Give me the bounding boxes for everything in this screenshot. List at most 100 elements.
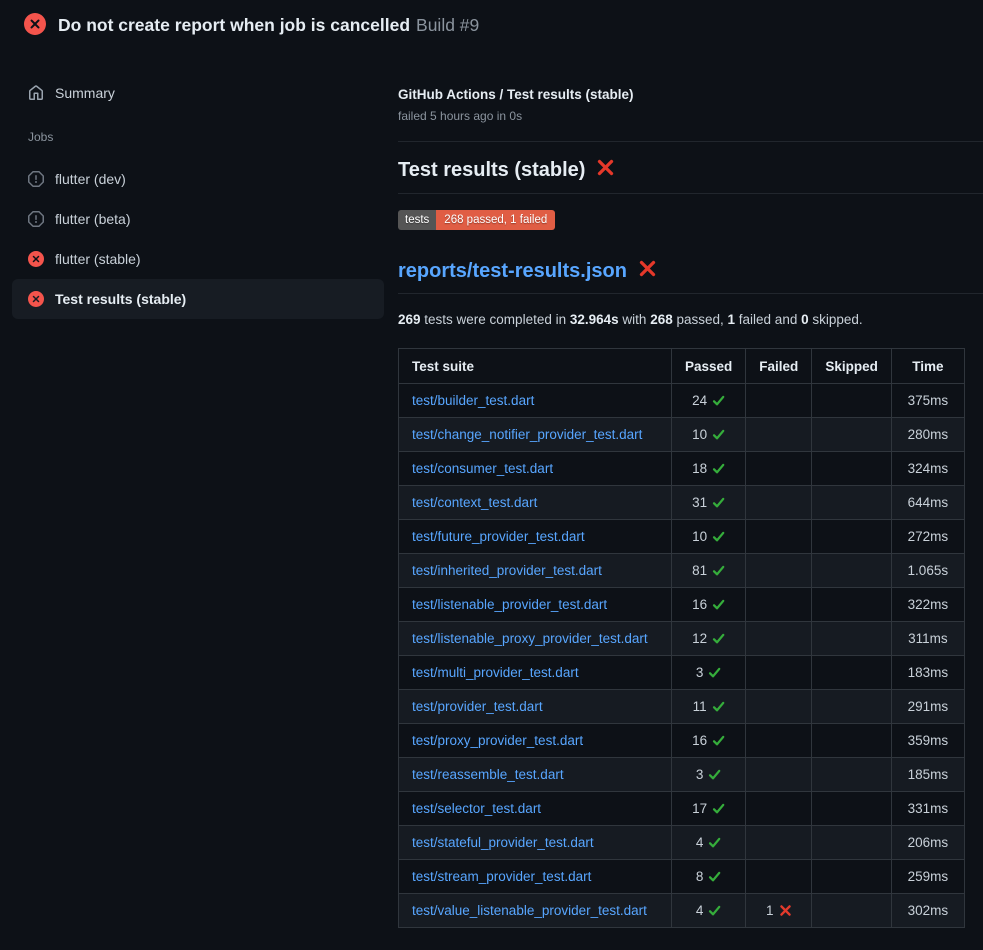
- count: 11: [693, 699, 707, 714]
- check-icon: [708, 768, 721, 781]
- x-icon: [779, 904, 792, 917]
- sidebar-summary-label: Summary: [55, 85, 115, 101]
- main-content: GitHub Actions / Test results (stable) f…: [398, 50, 983, 928]
- test-suite-cell: test/stream_provider_test.dart: [399, 860, 672, 894]
- test-suite-cell: test/builder_test.dart: [399, 384, 672, 418]
- summary-number: 268: [650, 312, 673, 327]
- table-row: test/inherited_provider_test.dart811.065…: [399, 554, 965, 588]
- summary-text: tests were completed in: [421, 312, 570, 327]
- passed-cell: 11: [672, 690, 746, 724]
- failed-cell: [746, 520, 812, 554]
- test-suite-cell: test/multi_provider_test.dart: [399, 656, 672, 690]
- skipped-cell: [812, 656, 892, 690]
- test-suite-cell: test/value_listenable_provider_test.dart: [399, 894, 672, 928]
- table-row: test/reassemble_test.dart3185ms: [399, 758, 965, 792]
- table-row: test/value_listenable_provider_test.dart…: [399, 894, 965, 928]
- time-cell: 206ms: [891, 826, 964, 860]
- skipped-cell: [812, 384, 892, 418]
- time-cell: 280ms: [891, 418, 964, 452]
- failed-cell: [746, 486, 812, 520]
- count: 16: [692, 733, 707, 748]
- sidebar-item-flutter-dev[interactable]: flutter (dev): [12, 159, 384, 199]
- passed-cell: 8: [672, 860, 746, 894]
- test-suite-link[interactable]: test/value_listenable_provider_test.dart: [412, 903, 647, 918]
- table-row: test/builder_test.dart24375ms: [399, 384, 965, 418]
- test-suite-link[interactable]: test/listenable_provider_test.dart: [412, 597, 607, 612]
- job-label: Test results (stable): [55, 291, 186, 307]
- test-suite-link[interactable]: test/reassemble_test.dart: [412, 767, 564, 782]
- skipped-cell: [812, 486, 892, 520]
- column-header-passed: Passed: [672, 349, 746, 384]
- test-suite-link[interactable]: test/listenable_proxy_provider_test.dart: [412, 631, 648, 646]
- table-row: test/multi_provider_test.dart3183ms: [399, 656, 965, 690]
- test-suite-cell: test/listenable_proxy_provider_test.dart: [399, 622, 672, 656]
- test-suite-link[interactable]: test/inherited_provider_test.dart: [412, 563, 602, 578]
- report-file-link[interactable]: reports/test-results.json: [398, 260, 627, 283]
- test-suite-link[interactable]: test/context_test.dart: [412, 495, 537, 510]
- failed-cell: [746, 554, 812, 588]
- sidebar-item-summary[interactable]: Summary: [12, 73, 384, 113]
- column-header-failed: Failed: [746, 349, 812, 384]
- test-suite-link[interactable]: test/provider_test.dart: [412, 699, 543, 714]
- sidebar-item-flutter-beta[interactable]: flutter (beta): [12, 199, 384, 239]
- test-suite-link[interactable]: test/multi_provider_test.dart: [412, 665, 579, 680]
- time-cell: 311ms: [891, 622, 964, 656]
- count: 10: [692, 529, 707, 544]
- test-suite-link[interactable]: test/stateful_provider_test.dart: [412, 835, 594, 850]
- test-suite-link[interactable]: test/stream_provider_test.dart: [412, 869, 591, 884]
- passed-cell: 16: [672, 588, 746, 622]
- column-header-time: Time: [891, 349, 964, 384]
- passed-cell: 3: [672, 656, 746, 690]
- sidebar: Summary Jobs flutter (dev)flutter (beta)…: [0, 50, 398, 319]
- passed-cell: 4: [672, 894, 746, 928]
- time-cell: 1.065s: [891, 554, 964, 588]
- sidebar-item-test-results-stable[interactable]: Test results (stable): [12, 279, 384, 319]
- test-suite-cell: test/listenable_provider_test.dart: [399, 588, 672, 622]
- test-suite-cell: test/consumer_test.dart: [399, 452, 672, 486]
- skipped-cell: [812, 690, 892, 724]
- time-cell: 644ms: [891, 486, 964, 520]
- table-row: test/stream_provider_test.dart 8 259ms: [399, 860, 965, 894]
- test-suite-cell: test/context_test.dart: [399, 486, 672, 520]
- time-cell: 324ms: [891, 452, 964, 486]
- passed-cell: 16: [672, 724, 746, 758]
- test-suite-link[interactable]: test/proxy_provider_test.dart: [412, 733, 583, 748]
- count: 24: [692, 393, 707, 408]
- count: 18: [692, 461, 707, 476]
- failed-cell: [746, 656, 812, 690]
- table-row: test/listenable_provider_test.dart16322m…: [399, 588, 965, 622]
- time-cell: 259ms: [891, 860, 964, 894]
- check-icon: [708, 904, 721, 917]
- table-row: test/stateful_provider_test.dart4206ms: [399, 826, 965, 860]
- failed-cell: 1: [746, 894, 812, 928]
- test-suite-link[interactable]: test/selector_test.dart: [412, 801, 541, 816]
- check-icon: [712, 564, 725, 577]
- table-row: test/proxy_provider_test.dart 16 359ms: [399, 724, 965, 758]
- test-suite-link[interactable]: test/change_notifier_provider_test.dart: [412, 427, 642, 442]
- table-row: test/provider_test.dart11291ms: [399, 690, 965, 724]
- skipped-cell: [812, 418, 892, 452]
- skipped-cell: [812, 758, 892, 792]
- skipped-cell: [812, 826, 892, 860]
- failed-cell: [746, 792, 812, 826]
- time-cell: 359ms: [891, 724, 964, 758]
- table-row: test/change_notifier_provider_test.dart1…: [399, 418, 965, 452]
- summary-number: 269: [398, 312, 421, 327]
- failed-circle-icon: [24, 13, 46, 38]
- failed-cell: [746, 724, 812, 758]
- skipped-cell: [812, 452, 892, 486]
- check-icon: [712, 496, 725, 509]
- sidebar-item-flutter-stable[interactable]: flutter (stable): [12, 239, 384, 279]
- failed-cell: [746, 418, 812, 452]
- summary-number: 1: [728, 312, 736, 327]
- test-suite-link[interactable]: test/builder_test.dart: [412, 393, 534, 408]
- test-suite-link[interactable]: test/future_provider_test.dart: [412, 529, 585, 544]
- failed-cell: [746, 860, 812, 894]
- count: 3: [696, 767, 704, 782]
- skipped-cell: [812, 860, 892, 894]
- test-suite-link[interactable]: test/consumer_test.dart: [412, 461, 553, 476]
- skipped-cell: [812, 724, 892, 758]
- check-icon: [708, 870, 721, 883]
- summary-text: skipped.: [809, 312, 863, 327]
- count: 16: [692, 597, 707, 612]
